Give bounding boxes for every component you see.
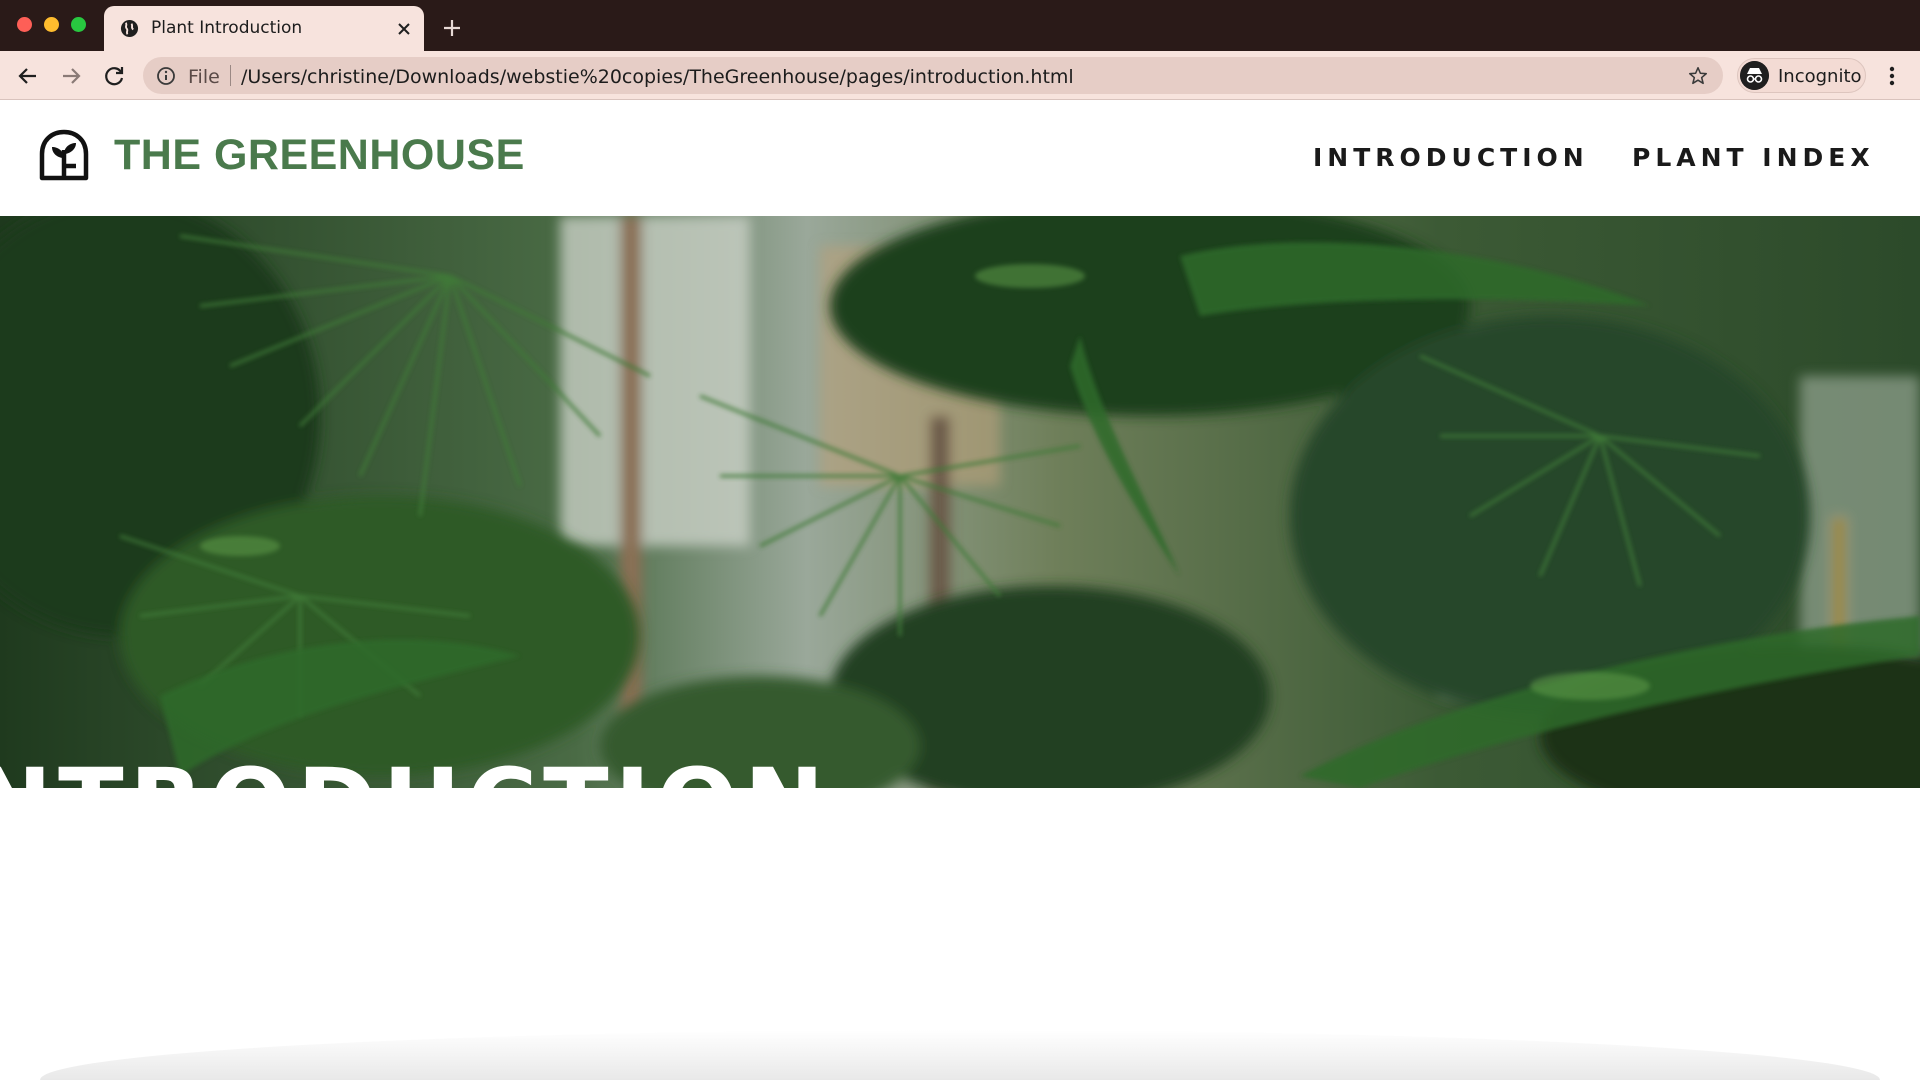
greenhouse-logo[interactable] — [38, 128, 90, 184]
address-url[interactable]: /Users/christine/Downloads/webstie%20cop… — [241, 66, 1074, 88]
incognito-profile-button[interactable]: Incognito — [1737, 58, 1866, 93]
info-icon[interactable] — [156, 66, 176, 86]
site-name[interactable]: THE GREENHOUSE — [114, 131, 525, 180]
hero-title: INTRODUCTION — [0, 756, 830, 788]
forward-arrow-icon[interactable] — [57, 62, 85, 90]
browser-toolbar: File /Users/christine/Downloads/webstie%… — [0, 51, 1920, 100]
maximize-window-button[interactable] — [71, 17, 86, 32]
tab-title: Plant Introduction — [151, 18, 303, 38]
address-bar[interactable]: File /Users/christine/Downloads/webstie%… — [143, 57, 1723, 94]
site-header: THE GREENHOUSE INTRODUCTION PLANT INDEX — [0, 101, 1920, 216]
globe-icon — [120, 19, 139, 38]
hero-image — [0, 216, 1920, 788]
close-window-button[interactable] — [17, 17, 32, 32]
active-tab[interactable]: Plant Introduction — [104, 6, 424, 51]
tab-strip: Plant Introduction — [0, 0, 1920, 51]
nav-plant-index[interactable]: PLANT INDEX — [1632, 143, 1875, 172]
incognito-label: Incognito — [1778, 66, 1862, 87]
star-icon[interactable] — [1687, 65, 1709, 87]
close-icon[interactable] — [394, 19, 414, 39]
reload-icon[interactable] — [100, 62, 128, 90]
incognito-icon — [1740, 61, 1769, 90]
address-divider — [230, 65, 231, 86]
minimize-window-button[interactable] — [44, 17, 59, 32]
address-scheme-label: File — [188, 66, 220, 88]
more-vert-icon[interactable] — [1880, 62, 1904, 90]
nav-introduction[interactable]: INTRODUCTION — [1313, 143, 1589, 172]
hero-banner: INTRODUCTION — [0, 216, 1920, 788]
back-arrow-icon[interactable] — [14, 62, 42, 90]
plus-icon[interactable] — [440, 16, 464, 40]
